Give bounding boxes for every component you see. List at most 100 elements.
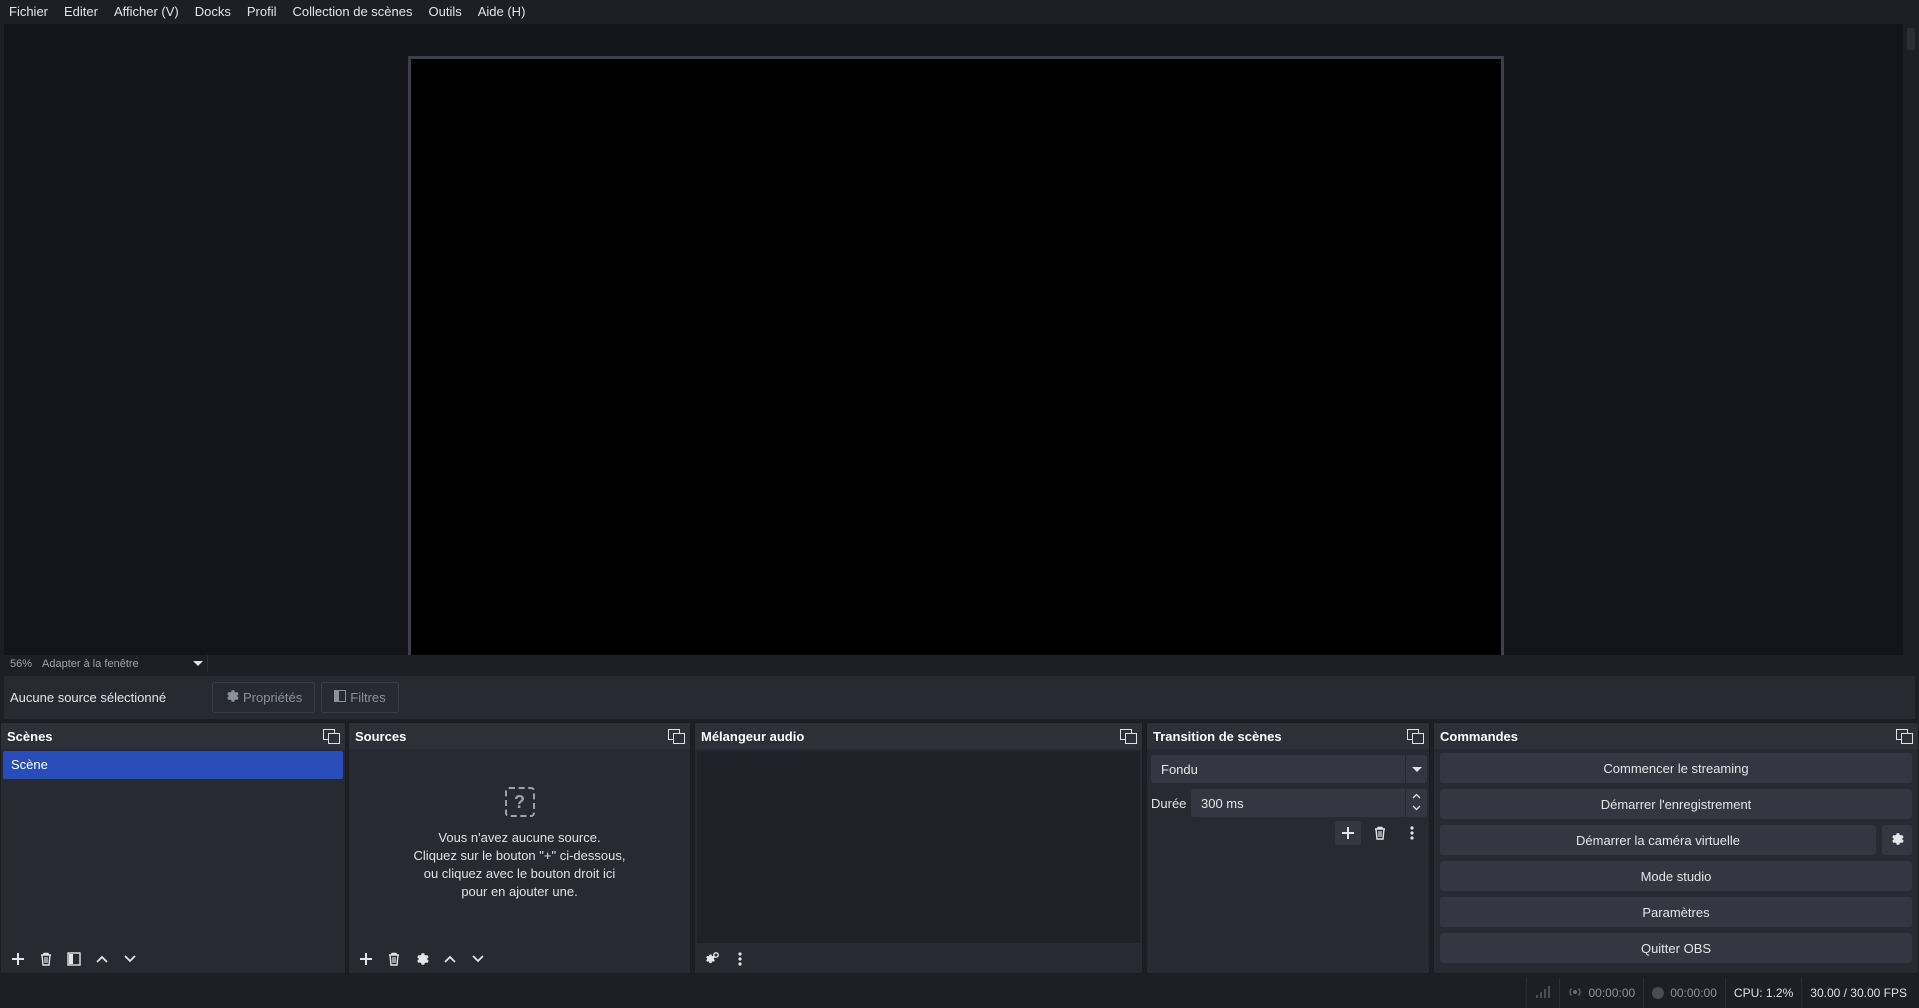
mixer-title: Mélangeur audio bbox=[701, 728, 805, 744]
duration-input[interactable]: 300 ms bbox=[1191, 789, 1427, 817]
menu-bar: Fichier Editer Afficher (V) Docks Profil… bbox=[0, 0, 1919, 24]
zoom-mode-select[interactable]: Adapter à la fenêtre bbox=[38, 655, 209, 672]
sources-empty-state: ? Vous n'avez aucune source. Cliquez sur… bbox=[349, 787, 690, 901]
menu-tools[interactable]: Outils bbox=[420, 0, 469, 24]
sources-dock: Sources ? Vous n'avez aucune source. Cli… bbox=[348, 722, 691, 974]
move-source-down-button[interactable] bbox=[465, 947, 491, 971]
duration-value: 300 ms bbox=[1201, 795, 1244, 811]
menu-help[interactable]: Aide (H) bbox=[470, 0, 534, 24]
add-scene-button[interactable] bbox=[5, 947, 31, 971]
start-streaming-button[interactable]: Commencer le streaming bbox=[1440, 753, 1912, 783]
empty-line-3: ou cliquez avec le bouton droit ici bbox=[423, 866, 616, 881]
more-vertical-icon bbox=[1410, 826, 1414, 840]
float-icon[interactable] bbox=[668, 729, 685, 744]
no-source-label: Aucune source sélectionné bbox=[10, 690, 167, 705]
move-source-up-button[interactable] bbox=[437, 947, 463, 971]
scrollbar-thumb[interactable] bbox=[1907, 28, 1915, 50]
stream-time: 00:00:00 bbox=[1588, 986, 1636, 1000]
filters-button[interactable]: Filtres bbox=[321, 682, 399, 713]
scene-list: Scène bbox=[3, 751, 343, 779]
mixer-menu-button[interactable] bbox=[727, 947, 753, 971]
scenes-toolbar bbox=[1, 945, 345, 973]
commands-body: Commencer le streaming Démarrer l'enregi… bbox=[1434, 749, 1918, 973]
advanced-audio-button[interactable] bbox=[699, 947, 725, 971]
settings-button[interactable]: Paramètres bbox=[1440, 897, 1912, 927]
remove-source-button[interactable] bbox=[381, 947, 407, 971]
commands-title: Commandes bbox=[1440, 728, 1519, 744]
preview-canvas[interactable] bbox=[408, 56, 1504, 672]
mixer-toolbar bbox=[695, 945, 1142, 973]
sources-body[interactable]: ? Vous n'avez aucune source. Cliquez sur… bbox=[349, 749, 690, 973]
empty-line-1: Vous n'avez aucune source. bbox=[438, 830, 601, 845]
scenes-dock-header: Scènes bbox=[1, 723, 345, 749]
transitions-dock: Transition de scènes Fondu Durée 300 ms bbox=[1146, 722, 1430, 974]
chevron-down-icon bbox=[193, 661, 204, 666]
chevron-down-icon bbox=[1405, 755, 1427, 783]
cpu-status: CPU: 1.2% bbox=[1724, 978, 1801, 1008]
commands-dock: Commandes Commencer le streaming Démarre… bbox=[1433, 722, 1919, 974]
menu-file[interactable]: Fichier bbox=[1, 0, 56, 24]
chevron-down-icon[interactable] bbox=[1412, 805, 1421, 813]
float-icon[interactable] bbox=[323, 729, 340, 744]
preview-scrollbar[interactable] bbox=[1905, 24, 1917, 655]
question-icon: ? bbox=[504, 787, 535, 817]
commands-dock-header: Commandes bbox=[1434, 723, 1918, 749]
quit-button[interactable]: Quitter OBS bbox=[1440, 933, 1912, 963]
menu-scene-collection[interactable]: Collection de scènes bbox=[285, 0, 421, 24]
transitions-body: Fondu Durée 300 ms bbox=[1147, 749, 1429, 973]
mixer-dock-header: Mélangeur audio bbox=[695, 723, 1142, 749]
remove-scene-button[interactable] bbox=[33, 947, 59, 971]
empty-line-4: pour en ajouter une. bbox=[461, 884, 578, 899]
empty-line-2: Cliquez sur le bouton "+" ci-dessous, bbox=[413, 848, 626, 863]
duration-row: Durée 300 ms bbox=[1151, 789, 1427, 817]
sources-dock-header: Sources bbox=[349, 723, 690, 749]
start-virtual-camera-button[interactable]: Démarrer la caméra virtuelle bbox=[1440, 825, 1876, 855]
menu-docks[interactable]: Docks bbox=[187, 0, 239, 24]
record-dot-icon bbox=[1652, 987, 1665, 999]
record-status: 00:00:00 bbox=[1643, 978, 1725, 1008]
chevron-up-icon[interactable] bbox=[1412, 793, 1421, 801]
mixer-body bbox=[695, 749, 1142, 973]
studio-mode-button[interactable]: Mode studio bbox=[1440, 861, 1912, 891]
fps-value: 30.00 / 30.00 FPS bbox=[1810, 986, 1907, 1000]
transition-menu-button[interactable] bbox=[1399, 821, 1425, 845]
move-scene-down-button[interactable] bbox=[117, 947, 143, 971]
scenes-title: Scènes bbox=[7, 728, 53, 744]
scenes-dock: Scènes Scène bbox=[0, 722, 346, 974]
source-properties-button[interactable] bbox=[409, 947, 435, 971]
menu-view[interactable]: Afficher (V) bbox=[106, 0, 187, 24]
audio-mixer-dock: Mélangeur audio bbox=[694, 722, 1143, 974]
menu-edit[interactable]: Editer bbox=[56, 0, 106, 24]
transition-select[interactable]: Fondu bbox=[1151, 755, 1427, 783]
virtual-camera-settings-button[interactable] bbox=[1882, 825, 1912, 855]
gears-icon bbox=[704, 951, 720, 967]
transitions-dock-header: Transition de scènes bbox=[1147, 723, 1429, 749]
menu-profile[interactable]: Profil bbox=[239, 0, 285, 24]
stream-status: 00:00:00 bbox=[1559, 978, 1643, 1008]
broadcast-icon bbox=[1568, 986, 1582, 1001]
float-icon[interactable] bbox=[1896, 729, 1913, 744]
scene-list-item[interactable]: Scène bbox=[3, 751, 343, 779]
add-source-button[interactable] bbox=[353, 947, 379, 971]
duration-stepper[interactable] bbox=[1405, 789, 1427, 817]
start-recording-button[interactable]: Démarrer l'enregistrement bbox=[1440, 789, 1912, 819]
add-transition-button[interactable] bbox=[1335, 821, 1361, 845]
remove-transition-button[interactable] bbox=[1367, 821, 1393, 845]
more-vertical-icon bbox=[738, 952, 742, 966]
float-icon[interactable] bbox=[1407, 729, 1424, 744]
float-icon[interactable] bbox=[1120, 729, 1137, 744]
sources-toolbar bbox=[349, 945, 690, 973]
network-status bbox=[1526, 978, 1559, 1008]
mixer-channel-area bbox=[697, 751, 1140, 943]
context-bar: Aucune source sélectionné Propriétés Fil… bbox=[4, 676, 1915, 719]
preview-area[interactable] bbox=[4, 24, 1903, 672]
zoom-percent: 56% bbox=[10, 657, 33, 670]
properties-label: Propriétés bbox=[243, 690, 303, 705]
scene-filters-button[interactable] bbox=[61, 947, 87, 971]
properties-button[interactable]: Propriétés bbox=[212, 682, 316, 713]
move-scene-up-button[interactable] bbox=[89, 947, 115, 971]
transitions-title: Transition de scènes bbox=[1153, 728, 1282, 744]
zoom-mode-label: Adapter à la fenêtre bbox=[42, 657, 139, 670]
scenes-body: Scène bbox=[1, 749, 345, 973]
filters-label: Filtres bbox=[350, 690, 386, 705]
